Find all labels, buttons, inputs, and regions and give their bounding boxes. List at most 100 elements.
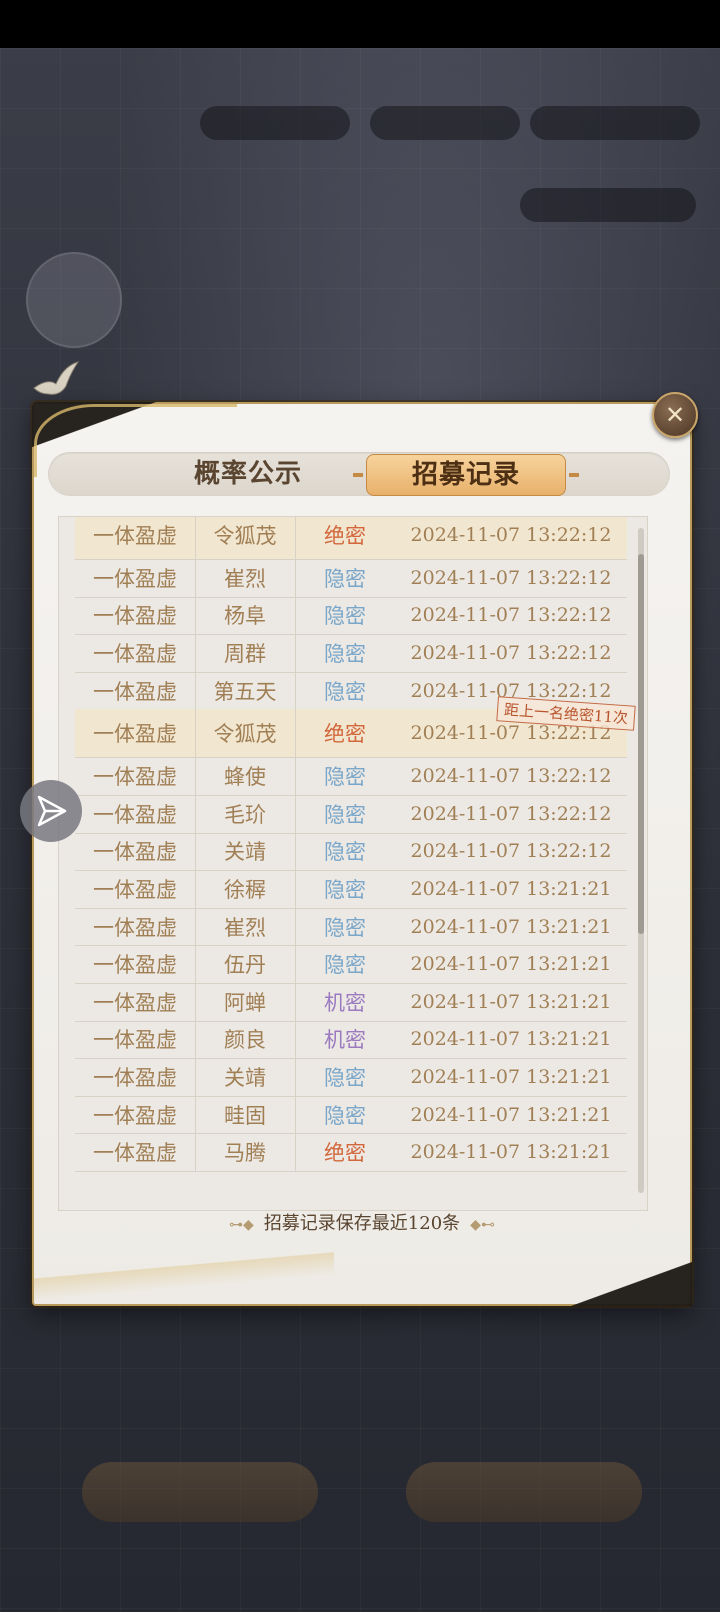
tab-bar: 概率公示 招募记录 — [48, 452, 670, 496]
triangle-play-icon — [37, 795, 67, 827]
scrollbar-thumb[interactable] — [638, 554, 644, 934]
background-button — [82, 1462, 318, 1522]
scrollbar[interactable] — [638, 528, 644, 1193]
record-pool: 一体盈虚 — [75, 832, 196, 871]
record-pool: 一体盈虚 — [75, 1020, 196, 1059]
record-rarity: 绝密 — [324, 1141, 366, 1166]
footer-note-text: 招募记录保存最近120条 — [263, 1213, 461, 1234]
record-rarity: 隐密 — [324, 566, 366, 591]
divider-ornament-icon: ⊶◆ — [229, 1217, 254, 1233]
table-row: 一体盈虚 崔烈 隐密 2024-11-07 13:21:21 — [75, 907, 627, 947]
record-character-name: 崔烈 — [195, 559, 296, 597]
record-rarity: 隐密 — [324, 1103, 366, 1128]
record-rarity: 隐密 — [324, 1065, 366, 1090]
record-character-name: 蜂使 — [195, 757, 296, 795]
record-time: 2024-11-07 13:22:12 — [410, 641, 612, 664]
table-row: 一体盈虚 关靖 隐密 2024-11-07 13:21:21 — [75, 1058, 627, 1097]
table-row: 一体盈虚 周群 隐密 2024-11-07 13:22:12 — [75, 634, 627, 673]
record-rarity: 隐密 — [324, 679, 366, 704]
record-pool: 一体盈虚 — [75, 907, 196, 946]
tab-recruit-record[interactable]: 招募记录 — [353, 454, 579, 496]
background-pill — [520, 188, 696, 222]
record-time: 2024-11-07 13:21:21 — [410, 915, 612, 938]
record-rarity: 隐密 — [324, 641, 366, 666]
record-rarity: 机密 — [324, 1028, 366, 1053]
record-character-name: 马腾 — [195, 1133, 296, 1171]
record-character-name: 颜良 — [195, 1020, 296, 1059]
record-pool: 一体盈虚 — [75, 596, 196, 635]
record-rarity: 隐密 — [324, 765, 366, 790]
record-rarity: 隐密 — [324, 840, 366, 865]
background-pill — [370, 106, 520, 140]
table-row: 一体盈虚 毛玠 隐密 2024-11-07 13:22:12 — [75, 795, 627, 834]
record-time: 2024-11-07 13:21:21 — [410, 1103, 612, 1126]
table-row: 一体盈虚 马腾 绝密 2024-11-07 13:21:21 — [75, 1133, 627, 1172]
table-row: 一体盈虚 颜良 机密 2024-11-07 13:21:21 — [75, 1020, 627, 1060]
record-pool: 一体盈虚 — [75, 517, 196, 559]
record-rarity: 机密 — [324, 990, 366, 1015]
record-character-name: 第五天 — [195, 671, 296, 710]
floating-assist-button[interactable] — [20, 780, 82, 842]
record-character-name: 畦固 — [195, 1095, 296, 1134]
table-row: 一体盈虚 阿蝉 机密 2024-11-07 13:21:21 — [75, 983, 627, 1022]
record-pool: 一体盈虚 — [75, 870, 196, 908]
record-character-name: 毛玠 — [195, 795, 296, 833]
table-row: 一体盈虚 令狐茂 绝密 2024-11-07 13:22:12 — [75, 517, 627, 560]
record-pool: 一体盈虚 — [75, 1133, 196, 1171]
record-time: 2024-11-07 13:22:12 — [410, 604, 612, 627]
dialog-corner-decoration — [512, 1226, 692, 1306]
record-rarity: 隐密 — [324, 877, 366, 902]
record-pool: 一体盈虚 — [75, 983, 196, 1021]
record-time: 2024-11-07 13:21:21 — [410, 953, 612, 976]
bird-icon — [30, 358, 82, 404]
record-time: 2024-11-07 13:22:12 — [410, 566, 612, 589]
divider-ornament-icon: ◆⊷ — [470, 1217, 495, 1233]
record-rarity: 隐密 — [324, 604, 366, 629]
record-pool: 一体盈虚 — [75, 795, 196, 833]
record-character-name: 徐稺 — [195, 870, 296, 908]
record-time: 2024-11-07 13:22:12 — [410, 524, 612, 546]
record-pool: 一体盈虚 — [75, 1095, 196, 1134]
close-icon: ✕ — [664, 401, 686, 429]
record-character-name: 周群 — [195, 634, 296, 672]
record-rarity: 隐密 — [324, 953, 366, 978]
tab-probability[interactable]: 概率公示 — [168, 452, 328, 496]
record-pool: 一体盈虚 — [75, 671, 196, 710]
record-time: 2024-11-07 13:21:21 — [410, 1065, 612, 1088]
record-pool: 一体盈虚 — [75, 1058, 196, 1096]
record-character-name: 伍丹 — [195, 945, 296, 983]
record-character-name: 令狐茂 — [195, 709, 296, 758]
record-pool: 一体盈虚 — [75, 709, 196, 758]
background-button — [406, 1462, 642, 1522]
table-row: 一体盈虚 关靖 隐密 2024-11-07 13:22:12 — [75, 832, 627, 872]
record-table[interactable]: 一体盈虚 令狐茂 绝密 2024-11-07 13:22:12 一体盈虚 崔烈 隐密 2024… — [58, 516, 648, 1211]
table-row: 一体盈虚 徐稺 隐密 2024-11-07 13:21:21 — [75, 870, 627, 909]
record-character-name: 关靖 — [195, 1058, 296, 1096]
table-row: 一体盈虚 畦固 隐密 2024-11-07 13:21:21 — [75, 1095, 627, 1135]
record-character-name: 崔烈 — [195, 907, 296, 946]
close-button[interactable]: ✕ — [652, 392, 698, 438]
record-rarity: 隐密 — [324, 802, 366, 827]
record-rarity: 绝密 — [324, 524, 366, 548]
record-character-name: 阿蝉 — [195, 983, 296, 1021]
status-bar — [0, 0, 720, 48]
record-character-name: 关靖 — [195, 832, 296, 871]
background-circle — [26, 252, 122, 348]
record-character-name: 令狐茂 — [195, 517, 296, 559]
record-pool: 一体盈虚 — [75, 757, 196, 795]
table-row: 一体盈虚 蜂使 隐密 2024-11-07 13:22:12 — [75, 757, 627, 796]
record-time: 2024-11-07 13:22:12 — [410, 840, 612, 863]
record-rarity: 绝密 — [324, 722, 366, 747]
record-time: 2024-11-07 13:22:12 — [410, 765, 612, 788]
record-time: 2024-11-07 13:21:21 — [410, 1028, 612, 1051]
record-time: 2024-11-07 13:21:21 — [410, 1141, 612, 1164]
background-pill — [200, 106, 350, 140]
record-pool: 一体盈虚 — [75, 945, 196, 983]
record-time: 2024-11-07 13:21:21 — [410, 877, 612, 900]
table-row: 一体盈虚 崔烈 隐密 2024-11-07 13:22:12 — [75, 559, 627, 598]
record-pool: 一体盈虚 — [75, 634, 196, 672]
record-rarity: 隐密 — [324, 915, 366, 940]
record-footer-note: ⊶◆ 招募记录保存最近120条 ◆⊷ — [34, 1210, 690, 1238]
record-pool: 一体盈虚 — [75, 559, 196, 597]
table-row: 一体盈虚 伍丹 隐密 2024-11-07 13:21:21 — [75, 945, 627, 984]
